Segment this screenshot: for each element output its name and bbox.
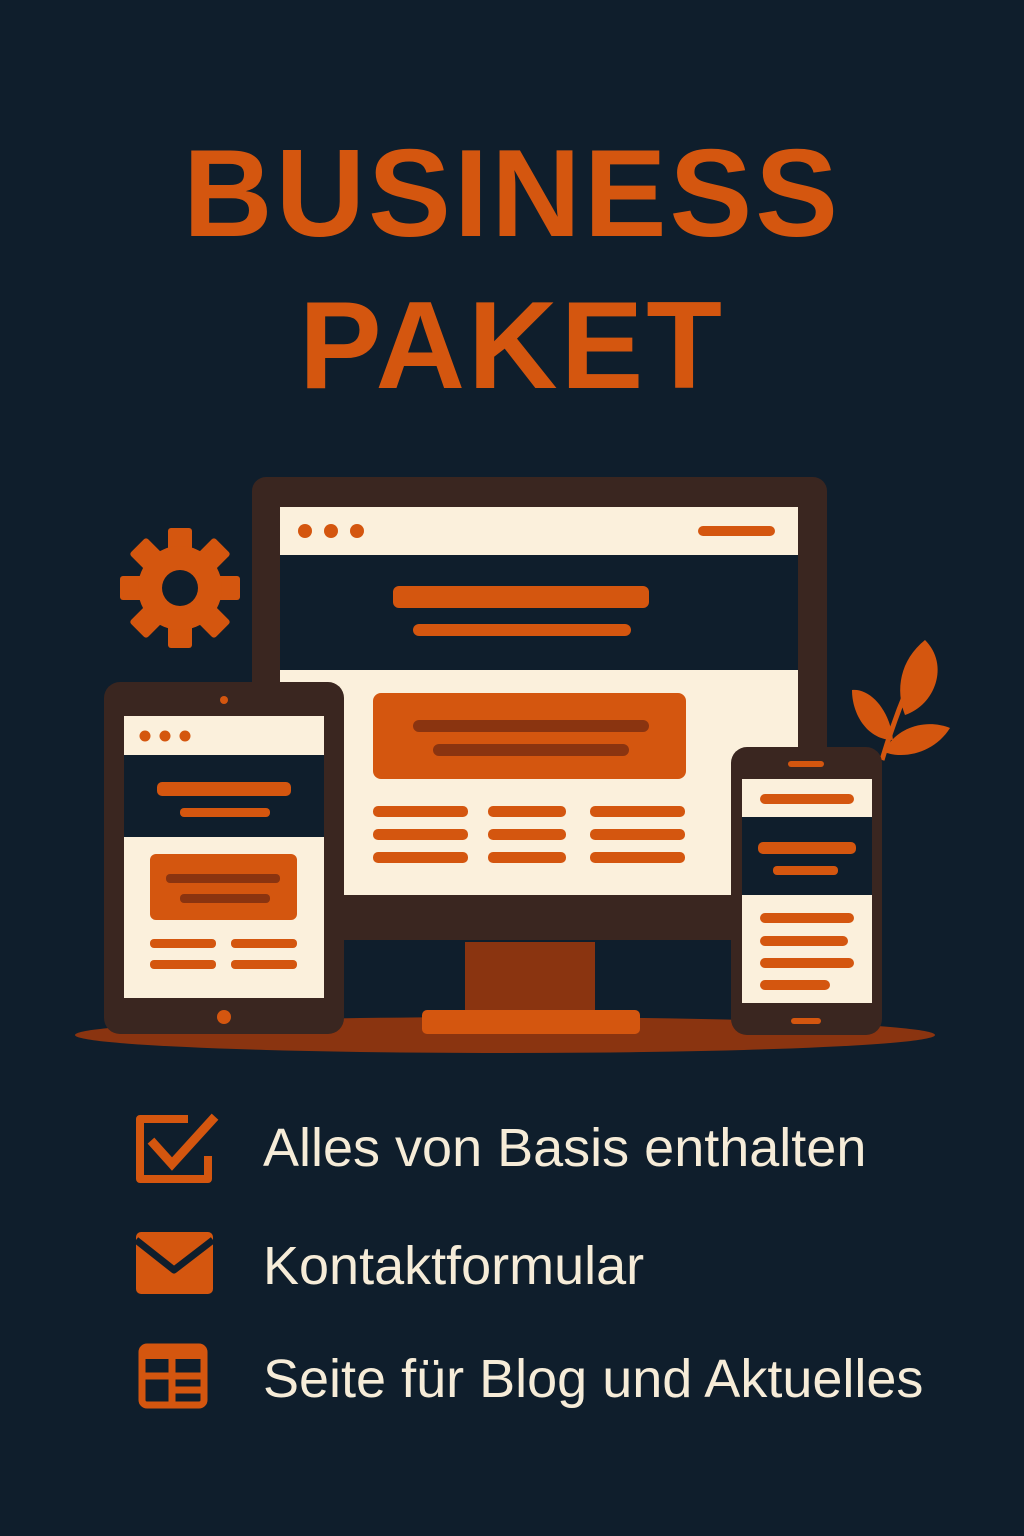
feature-item-blog: Seite für Blog und Aktuelles <box>0 1343 1024 1433</box>
feature-label: Alles von Basis enthalten <box>263 1118 867 1178</box>
gear-icon <box>120 528 240 648</box>
checkbox-icon <box>136 1113 219 1183</box>
feature-label: Kontaktformular <box>263 1236 645 1296</box>
tablet <box>104 682 344 1034</box>
devices-illustration <box>75 477 950 1053</box>
feature-item-contact-form: Kontaktformular <box>0 1230 1024 1320</box>
feature-label: Seite für Blog und Aktuelles <box>263 1349 924 1409</box>
feature-item-basis: Alles von Basis enthalten <box>0 1112 1024 1202</box>
smartphone <box>731 747 882 1035</box>
layout-icon <box>138 1343 208 1409</box>
title-line-1: BUSINESS <box>183 125 841 263</box>
leaf-icon <box>852 640 950 761</box>
title-line-2: PAKET <box>298 277 726 415</box>
envelope-icon <box>133 1232 216 1294</box>
